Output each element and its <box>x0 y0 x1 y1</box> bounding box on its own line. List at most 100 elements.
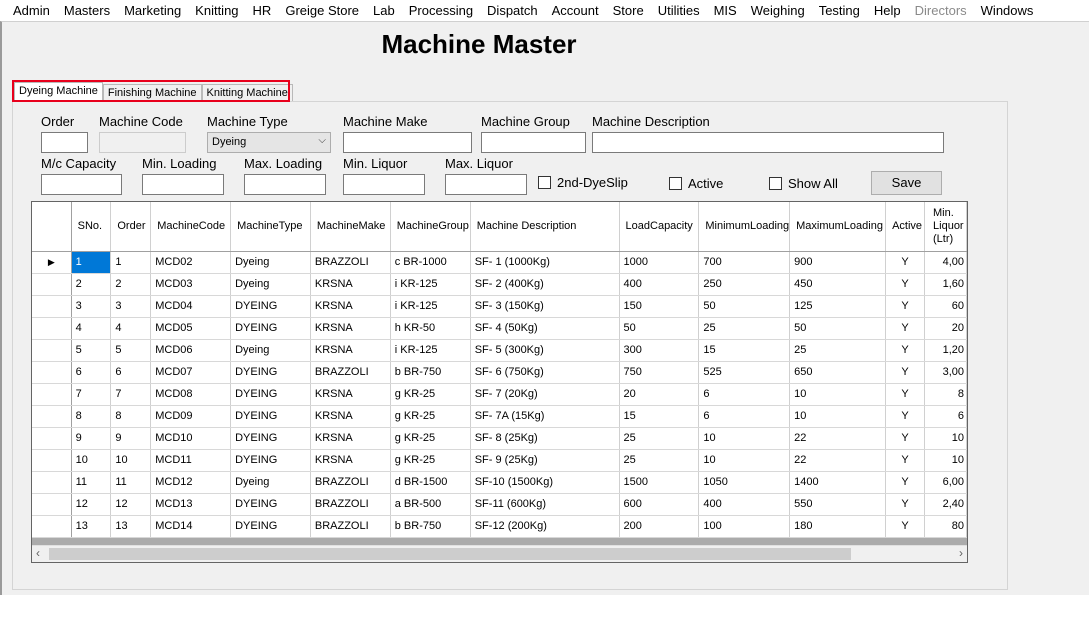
table-cell[interactable]: 6 <box>698 383 791 406</box>
menu-item-help[interactable]: Help <box>867 0 908 21</box>
table-cell[interactable]: KRSNA <box>310 427 391 450</box>
table-cell[interactable]: 25 <box>698 317 791 340</box>
checkbox-box[interactable] <box>538 176 551 189</box>
table-cell[interactable]: h KR-50 <box>390 317 471 340</box>
table-cell[interactable]: i KR-125 <box>390 295 471 318</box>
table-cell[interactable]: 10 <box>110 449 152 472</box>
table-cell[interactable]: 10 <box>698 449 791 472</box>
table-cell[interactable]: 900 <box>789 251 887 274</box>
table-cell[interactable]: SF- 2 (400Kg) <box>470 273 620 296</box>
tab-knitting-machine[interactable]: Knitting Machine <box>201 84 293 102</box>
table-cell[interactable]: Y <box>885 471 926 494</box>
table-cell[interactable]: 1000 <box>619 251 700 274</box>
table-cell[interactable]: 1,60 <box>924 273 967 296</box>
table-row[interactable]: 12 12 MCD13 DYEING BRAZZOLI a BR-500 SF-11 (60… <box>32 493 967 516</box>
active-checkbox[interactable]: Active <box>669 176 723 191</box>
max-liquor-input[interactable] <box>445 174 527 195</box>
column-header[interactable]: SNo. <box>71 202 112 252</box>
table-cell[interactable]: 7 <box>71 383 112 406</box>
table-cell[interactable]: 10 <box>789 383 887 406</box>
table-cell[interactable]: 250 <box>698 273 791 296</box>
table-cell[interactable]: 6 <box>698 405 791 428</box>
table-cell[interactable]: SF- 6 (750Kg) <box>470 361 620 384</box>
row-header[interactable] <box>32 515 72 538</box>
table-cell[interactable]: 180 <box>789 515 887 538</box>
table-cell[interactable]: 25 <box>789 339 887 362</box>
table-cell[interactable]: KRSNA <box>310 339 391 362</box>
table-cell[interactable]: DYEING <box>230 493 311 516</box>
table-cell[interactable]: 700 <box>698 251 791 274</box>
table-cell[interactable]: 400 <box>698 493 791 516</box>
table-cell[interactable]: 10 <box>924 427 967 450</box>
table-cell[interactable]: SF- 4 (50Kg) <box>470 317 620 340</box>
table-cell[interactable]: 450 <box>789 273 887 296</box>
table-cell[interactable]: 11 <box>71 471 112 494</box>
column-header[interactable]: Active <box>885 202 926 252</box>
table-cell[interactable]: 600 <box>619 493 700 516</box>
table-cell[interactable]: 22 <box>789 449 887 472</box>
table-cell[interactable]: 80 <box>924 515 967 538</box>
menu-item-marketing[interactable]: Marketing <box>117 0 188 21</box>
table-cell[interactable]: KRSNA <box>310 295 391 318</box>
table-cell[interactable]: KRSNA <box>310 383 391 406</box>
table-cell[interactable]: BRAZZOLI <box>310 251 391 274</box>
table-cell[interactable]: MCD06 <box>150 339 232 362</box>
dyeslip-checkbox[interactable]: 2nd-DyeSlip <box>538 175 628 190</box>
table-cell[interactable]: Y <box>885 405 926 428</box>
row-header[interactable] <box>32 317 72 340</box>
table-cell[interactable]: 3 <box>71 295 112 318</box>
table-cell[interactable]: 4 <box>110 317 152 340</box>
table-cell[interactable]: MCD05 <box>150 317 232 340</box>
menu-item-admin[interactable]: Admin <box>6 0 57 21</box>
table-cell[interactable]: 4 <box>71 317 112 340</box>
column-header[interactable]: MachineType <box>230 202 311 252</box>
row-header[interactable] <box>32 493 72 516</box>
table-cell[interactable]: 50 <box>789 317 887 340</box>
table-cell[interactable]: Y <box>885 251 926 274</box>
table-cell[interactable]: i KR-125 <box>390 273 471 296</box>
table-cell[interactable]: KRSNA <box>310 449 391 472</box>
table-cell[interactable]: 3 <box>110 295 152 318</box>
table-cell[interactable]: 20 <box>924 317 967 340</box>
table-cell[interactable]: SF- 7A (15Kg) <box>470 405 620 428</box>
table-cell[interactable]: 13 <box>110 515 152 538</box>
table-cell[interactable]: 6,00 <box>924 471 967 494</box>
min-liquor-input[interactable] <box>343 174 425 195</box>
table-cell[interactable]: 12 <box>71 493 112 516</box>
table-cell[interactable]: MCD13 <box>150 493 232 516</box>
table-cell[interactable]: Y <box>885 515 926 538</box>
table-cell[interactable]: SF- 8 (25Kg) <box>470 427 620 450</box>
table-row[interactable]: 10 10 MCD11 DYEING KRSNA g KR-25 SF- 9 (25Kg) 2… <box>32 449 967 472</box>
menu-item-hr[interactable]: HR <box>246 0 279 21</box>
row-header[interactable] <box>32 383 72 406</box>
menu-item-windows[interactable]: Windows <box>974 0 1041 21</box>
machine-type-select[interactable]: Dyeing ⌵ <box>207 132 331 153</box>
table-cell[interactable]: 50 <box>698 295 791 318</box>
table-cell[interactable]: 15 <box>698 339 791 362</box>
save-button[interactable]: Save <box>871 171 942 195</box>
table-cell[interactable]: 50 <box>619 317 700 340</box>
table-cell[interactable]: Y <box>885 383 926 406</box>
table-cell[interactable]: BRAZZOLI <box>310 493 391 516</box>
table-cell[interactable]: 60 <box>924 295 967 318</box>
table-cell[interactable]: DYEING <box>230 383 311 406</box>
table-cell[interactable]: 650 <box>789 361 887 384</box>
column-header[interactable]: MachineCode <box>150 202 232 252</box>
table-cell[interactable]: DYEING <box>230 405 311 428</box>
table-cell[interactable]: 750 <box>619 361 700 384</box>
table-cell[interactable]: 1,20 <box>924 339 967 362</box>
table-cell[interactable]: 10 <box>924 449 967 472</box>
column-header[interactable]: LoadCapacity <box>619 202 700 252</box>
table-cell[interactable]: Dyeing <box>230 273 311 296</box>
table-cell[interactable]: 400 <box>619 273 700 296</box>
table-cell[interactable]: 8 <box>924 383 967 406</box>
table-cell[interactable]: Dyeing <box>230 471 311 494</box>
scrollbar-thumb[interactable] <box>49 548 851 560</box>
menu-item-mis[interactable]: MIS <box>707 0 744 21</box>
table-cell[interactable]: 7 <box>110 383 152 406</box>
table-cell[interactable]: Y <box>885 317 926 340</box>
table-cell[interactable]: 6 <box>924 405 967 428</box>
menu-item-greige-store[interactable]: Greige Store <box>278 0 366 21</box>
tab-dyeing-machine[interactable]: Dyeing Machine <box>14 82 103 102</box>
table-cell[interactable]: SF- 7 (20Kg) <box>470 383 620 406</box>
